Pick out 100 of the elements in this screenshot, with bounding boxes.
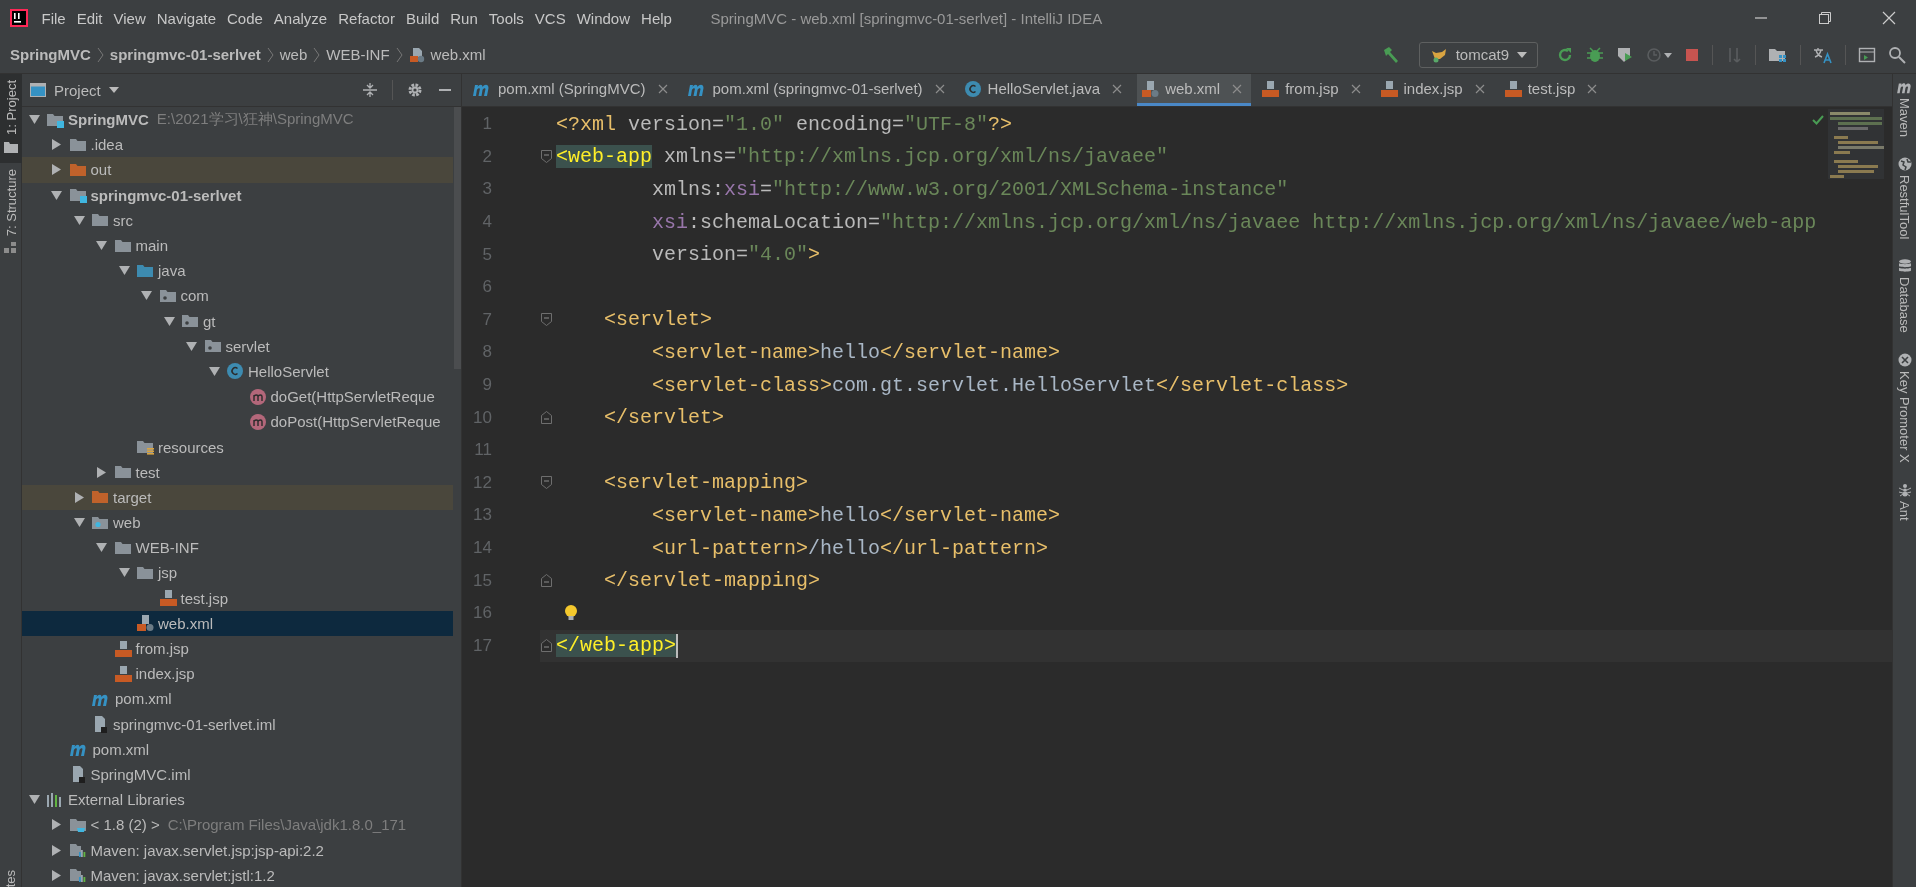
- breadcrumb[interactable]: springmvc-01-serlvet: [109, 46, 261, 63]
- tree-item[interactable]: target: [22, 484, 453, 510]
- close-icon[interactable]: [1882, 11, 1896, 25]
- fold-marker-icon[interactable]: [540, 639, 552, 653]
- tree-item[interactable]: web: [22, 510, 453, 536]
- tree-item[interactable]: test.jsp: [22, 585, 453, 611]
- tree-item[interactable]: SpringMVC.iml: [22, 761, 453, 788]
- bug-icon[interactable]: [1586, 45, 1604, 64]
- collapse-arrow-icon[interactable]: [51, 844, 62, 856]
- tree-item[interactable]: Maven: javax.servlet.jsp:jsp-api:2.2: [22, 837, 453, 863]
- run-config-dropdown[interactable]: tomcat9: [1418, 41, 1538, 68]
- menu-item[interactable]: Window: [571, 9, 636, 27]
- search-icon[interactable]: [1888, 45, 1906, 64]
- close-icon[interactable]: [1474, 83, 1485, 94]
- expand-arrow-icon[interactable]: [73, 214, 85, 226]
- caret-icon[interactable]: [108, 87, 119, 93]
- tool-window-tab[interactable]: Maven: [1893, 80, 1916, 138]
- editor-tab[interactable]: index.jsp: [1375, 74, 1494, 106]
- close-icon[interactable]: [1350, 83, 1361, 94]
- fold-marker-icon[interactable]: [540, 411, 552, 425]
- collapse-icon[interactable]: [362, 82, 378, 98]
- editor-tab[interactable]: pom.xml (SpringMVC): [468, 74, 677, 106]
- expand-arrow-icon[interactable]: [28, 794, 40, 806]
- tree-item[interactable]: < 1.8 (2) > C:\Program Files\Java\jdk1.8.0_171: [22, 812, 453, 838]
- tree-item[interactable]: doPost(HttpServletReque: [22, 409, 453, 435]
- tree-item[interactable]: web.xml: [22, 610, 453, 636]
- editor-tab[interactable]: HelloServlet.java: [959, 74, 1132, 106]
- rerun-icon[interactable]: [1556, 45, 1574, 64]
- translate-icon[interactable]: [1813, 45, 1833, 64]
- close-icon[interactable]: [1587, 83, 1598, 94]
- shield-icon[interactable]: [1616, 45, 1634, 64]
- tree-item[interactable]: .idea: [22, 132, 453, 158]
- tree-item[interactable]: springmvc-01-serlvet: [22, 182, 453, 208]
- tree-item[interactable]: WEB-INF: [22, 535, 453, 561]
- editor-tab[interactable]: web.xml: [1137, 74, 1252, 106]
- collapse-arrow-icon[interactable]: [51, 819, 62, 831]
- tree-item[interactable]: com: [22, 283, 453, 309]
- fold-marker-icon[interactable]: [540, 313, 552, 327]
- restore-icon[interactable]: [1818, 11, 1832, 25]
- tool-window-tab[interactable]: Key Promoter X: [1893, 353, 1916, 463]
- tool-window-tab[interactable]: Ant: [1893, 482, 1916, 521]
- collapse-arrow-icon[interactable]: [73, 491, 85, 503]
- breadcrumb[interactable]: SpringMVC: [10, 46, 91, 63]
- editor-tab[interactable]: pom.xml (springmvc-01-serlvet): [682, 74, 954, 106]
- expand-arrow-icon[interactable]: [118, 567, 130, 579]
- editor-tab[interactable]: test.jsp: [1499, 74, 1607, 106]
- tool-window-tab[interactable]: 7: Structure: [0, 162, 22, 265]
- lightbulb-icon[interactable]: [564, 604, 578, 623]
- menu-item[interactable]: Code: [221, 9, 269, 27]
- menu-item[interactable]: Navigate: [151, 9, 222, 27]
- tree-item[interactable]: pom.xml: [22, 686, 453, 712]
- tool-window-tab[interactable]: RestfulTool: [1893, 157, 1916, 240]
- menu-item[interactable]: Help: [635, 9, 678, 27]
- menu-item[interactable]: Refactor: [332, 9, 401, 27]
- tool-window-tab[interactable]: Database: [1893, 259, 1916, 333]
- tree-item[interactable]: java: [22, 258, 453, 284]
- expand-arrow-icon[interactable]: [208, 365, 220, 377]
- expand-arrow-icon[interactable]: [28, 114, 40, 126]
- tree-item[interactable]: src: [22, 207, 453, 233]
- menu-item[interactable]: Build: [400, 9, 445, 27]
- close-icon[interactable]: [1112, 83, 1123, 94]
- tool-window-tab[interactable]: tes: [3, 869, 18, 887]
- tree-item[interactable]: main: [22, 232, 453, 259]
- stop-icon[interactable]: [1684, 46, 1700, 63]
- close-icon[interactable]: [657, 83, 668, 94]
- clock-icon[interactable]: [1646, 45, 1672, 64]
- tree-item[interactable]: springmvc-01-serlvet.iml: [22, 711, 453, 737]
- expand-arrow-icon[interactable]: [51, 189, 62, 201]
- menu-item[interactable]: VCS: [529, 9, 572, 27]
- tree-item[interactable]: from.jsp: [22, 635, 453, 662]
- fold-marker-icon[interactable]: [540, 150, 552, 164]
- tree-item[interactable]: servlet: [22, 333, 453, 359]
- tree-item[interactable]: HelloServlet: [22, 358, 453, 385]
- settings-icon[interactable]: [407, 82, 423, 98]
- menu-item[interactable]: Run: [444, 9, 484, 27]
- breadcrumb[interactable]: web.xml: [430, 46, 486, 63]
- terminal-icon[interactable]: [1858, 45, 1876, 64]
- tree-item[interactable]: pom.xml: [22, 736, 453, 762]
- fold-marker-icon[interactable]: [540, 476, 552, 490]
- menu-item[interactable]: Edit: [71, 9, 109, 27]
- editor-tab[interactable]: from.jsp: [1257, 74, 1370, 106]
- menu-item[interactable]: Analyze: [268, 9, 333, 27]
- tree-item[interactable]: doGet(HttpServletReque: [22, 384, 453, 410]
- tree-item[interactable]: resources: [22, 434, 453, 460]
- tree-item[interactable]: Maven: javax.servlet:jstl:1.2: [22, 862, 453, 887]
- tree-item[interactable]: External Libraries: [22, 787, 453, 813]
- tree-item[interactable]: test: [22, 459, 453, 485]
- collapse-arrow-icon[interactable]: [51, 139, 62, 151]
- collapse-arrow-icon[interactable]: [96, 466, 107, 478]
- tree-item[interactable]: gt: [22, 308, 453, 334]
- tree-item[interactable]: out: [22, 157, 453, 183]
- tree-item[interactable]: SpringMVC E:\2021学习\狂神\SpringMVC: [22, 107, 453, 133]
- panel-title[interactable]: Project: [54, 81, 101, 99]
- fold-marker-icon[interactable]: [540, 574, 552, 588]
- expand-arrow-icon[interactable]: [163, 315, 175, 327]
- expand-arrow-icon[interactable]: [96, 542, 107, 554]
- expand-arrow-icon[interactable]: [73, 517, 85, 529]
- collapse-arrow-icon[interactable]: [51, 164, 62, 176]
- expand-arrow-icon[interactable]: [186, 340, 197, 352]
- expand-arrow-icon[interactable]: [118, 265, 130, 277]
